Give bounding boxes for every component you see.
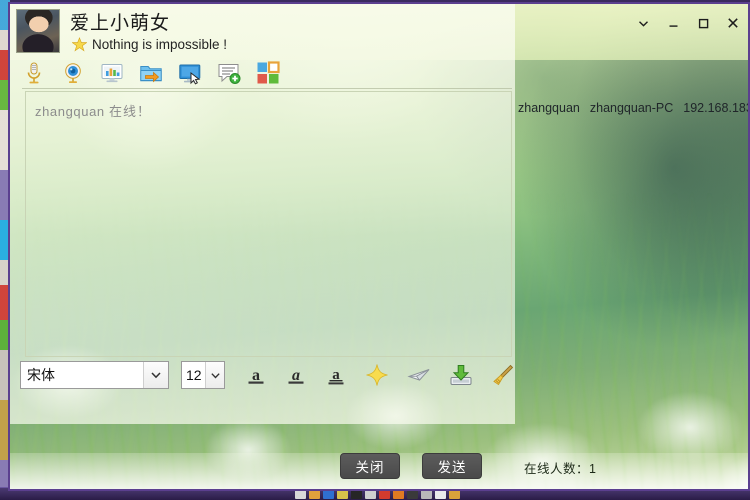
footer-bar: 关闭 发送 在线人数：1 bbox=[10, 449, 748, 489]
window-controls[interactable] bbox=[628, 10, 748, 36]
minimize-icon bbox=[669, 24, 677, 27]
apps-grid-icon[interactable] bbox=[256, 61, 280, 85]
remote-assist-icon[interactable] bbox=[100, 61, 124, 85]
microphone-icon[interactable] bbox=[22, 61, 46, 85]
svg-text:a: a bbox=[252, 367, 260, 384]
chevron-down-icon bbox=[638, 20, 648, 27]
paper-plane-icon[interactable] bbox=[407, 363, 431, 387]
screen-root: 爱上小萌女 Nothing is impossible ! zhangquan … bbox=[0, 0, 750, 500]
chat-status-text: 在线！ bbox=[108, 104, 151, 119]
format-buttons[interactable]: a a a bbox=[245, 363, 515, 387]
underline-a-icon[interactable]: a bbox=[325, 364, 347, 386]
signature-text: Nothing is impossible ! bbox=[92, 37, 228, 52]
nickname: 爱上小萌女 bbox=[70, 13, 171, 34]
send-button[interactable]: 发送 bbox=[422, 453, 482, 479]
chat-status-user: zhangquan bbox=[35, 104, 105, 119]
chat-status-line: zhangquan 在线！ bbox=[35, 101, 151, 120]
title-bar[interactable]: 爱上小萌女 Nothing is impossible ! bbox=[10, 4, 748, 60]
close-chat-button[interactable]: 关闭 bbox=[340, 453, 400, 479]
peer-info: zhangquan zhangquan-PC 192.168.183.1 bbox=[518, 101, 748, 115]
online-count: 在线人数：1 bbox=[524, 462, 597, 476]
footer-buttons[interactable]: 关闭 发送 bbox=[340, 453, 482, 479]
format-toolbar[interactable]: 宋体 12 a a a bbox=[20, 359, 515, 391]
signature-row: Nothing is impossible ! bbox=[72, 37, 227, 52]
peer-username: zhangquan bbox=[518, 101, 580, 115]
bold-a-icon[interactable]: a bbox=[245, 364, 267, 386]
svg-text:a: a bbox=[292, 367, 300, 384]
font-size-value: 12 bbox=[186, 367, 202, 383]
chevron-down-icon[interactable] bbox=[205, 362, 224, 388]
close-button[interactable] bbox=[718, 10, 748, 36]
chevron-down-icon[interactable] bbox=[143, 362, 168, 388]
avatar-photo bbox=[17, 10, 59, 52]
minimize-button[interactable] bbox=[658, 10, 688, 36]
toolbar-divider bbox=[22, 88, 512, 89]
maximize-icon bbox=[698, 18, 708, 28]
send-file-icon[interactable] bbox=[139, 61, 163, 85]
maximize-button[interactable] bbox=[688, 10, 718, 36]
new-message-icon[interactable] bbox=[217, 61, 241, 85]
menu-button[interactable] bbox=[628, 10, 658, 36]
save-tray-icon[interactable] bbox=[449, 363, 473, 387]
font-family-select[interactable]: 宋体 bbox=[20, 361, 169, 389]
peer-ip: 192.168.183.1 bbox=[683, 101, 748, 115]
webcam-icon[interactable] bbox=[61, 61, 85, 85]
avatar[interactable] bbox=[16, 9, 60, 53]
broom-icon[interactable] bbox=[491, 363, 515, 387]
peer-computer: zhangquan-PC bbox=[589, 101, 674, 115]
star-icon bbox=[72, 37, 87, 52]
chat-history-panel[interactable]: zhangquan 在线！ bbox=[25, 91, 512, 357]
font-family-value: 宋体 bbox=[27, 367, 55, 383]
chat-window: 爱上小萌女 Nothing is impossible ! zhangquan … bbox=[8, 2, 750, 491]
close-icon bbox=[728, 18, 738, 28]
italic-a-icon[interactable]: a bbox=[285, 364, 307, 386]
screen-share-icon[interactable] bbox=[178, 61, 202, 85]
feature-toolbar[interactable] bbox=[22, 59, 280, 87]
font-size-select[interactable]: 12 bbox=[181, 361, 225, 389]
emoji-star-icon[interactable] bbox=[365, 363, 389, 387]
